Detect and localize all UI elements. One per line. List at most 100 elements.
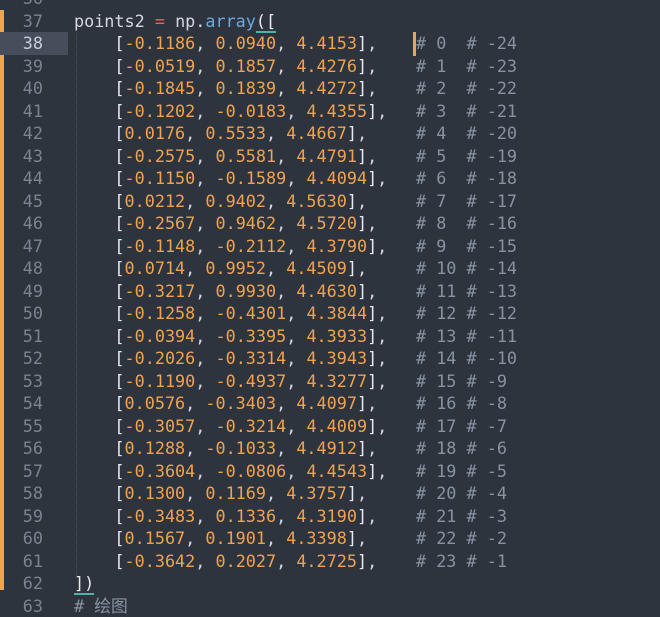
line-code: [-0.1202, -0.0183, 4.4355], bbox=[74, 100, 387, 123]
separator: , bbox=[266, 123, 287, 144]
line-code: [-0.1186, 0.0940, 4.4153], bbox=[74, 32, 377, 55]
bracket: ] bbox=[367, 348, 378, 369]
separator: , bbox=[195, 33, 216, 54]
line-number: 57 bbox=[22, 460, 43, 481]
separator: , bbox=[195, 303, 216, 324]
code-line: 53 [-0.1190, -0.4937, 4.3277], # 15 # -9 bbox=[0, 370, 660, 393]
code-line: 47 [-0.1148, -0.2112, 4.3790], # 9 # -15 bbox=[0, 235, 660, 258]
code-line: 62]) bbox=[0, 572, 660, 596]
number-literal: 0.5581 bbox=[215, 145, 277, 166]
separator: , bbox=[367, 213, 378, 234]
line-number: 49 bbox=[22, 280, 43, 301]
code-line: 41 [-0.1202, -0.0183, 4.4355], # 3 # -21 bbox=[0, 100, 660, 123]
separator: , bbox=[195, 145, 216, 166]
comment: # 5 # -19 bbox=[416, 145, 518, 166]
line-code: [-0.1150, -0.1589, 4.4094], bbox=[74, 167, 387, 190]
separator: , bbox=[276, 393, 297, 414]
separator: , bbox=[195, 100, 216, 121]
code-line: 60 [0.1567, 0.1901, 4.3398], # 22 # -2 bbox=[0, 527, 660, 550]
bracket: ] bbox=[356, 550, 368, 571]
number-literal: -0.0806 bbox=[215, 460, 287, 481]
bracket: ] bbox=[367, 303, 378, 324]
bracket: [ bbox=[114, 55, 125, 76]
number-literal: -0.3403 bbox=[205, 393, 277, 414]
number-literal: -0.1033 bbox=[205, 438, 277, 459]
bracket: ] bbox=[346, 123, 357, 144]
comment: # 2 # -22 bbox=[416, 78, 518, 99]
separator: , bbox=[266, 190, 287, 211]
line-code: [0.0176, 0.5533, 4.4667], bbox=[74, 122, 367, 145]
bracket: ] bbox=[367, 168, 378, 189]
separator: , bbox=[185, 438, 206, 459]
line-code: [-0.2026, -0.3314, 4.3943], bbox=[74, 347, 387, 370]
number-literal: -0.1148 bbox=[124, 235, 196, 256]
separator: , bbox=[367, 505, 378, 526]
line-number: 50 bbox=[22, 303, 43, 324]
number-literal: 4.4276 bbox=[296, 55, 357, 76]
comment: # 22 # -2 bbox=[416, 528, 507, 549]
bracket: [ bbox=[114, 235, 125, 256]
separator: , bbox=[195, 168, 216, 189]
line-code: [-0.3217, 0.9930, 4.4630], bbox=[74, 280, 377, 303]
separator: , bbox=[367, 33, 378, 54]
separator: , bbox=[185, 258, 206, 279]
number-literal: -0.1186 bbox=[124, 33, 196, 54]
line-code: [-0.3642, 0.2027, 4.2725], bbox=[74, 550, 377, 573]
code-line: 49 [-0.3217, 0.9930, 4.4630], # 11 # -13 bbox=[0, 280, 660, 303]
bracket: [ bbox=[114, 213, 125, 234]
line-number: 63 bbox=[22, 595, 43, 616]
number-literal: -0.3314 bbox=[215, 348, 287, 369]
code-line: 61 [-0.3642, 0.2027, 4.2725], # 23 # -1 bbox=[0, 550, 660, 573]
code-line: 57 [-0.3604, -0.0806, 4.4543], # 19 # -5 bbox=[0, 460, 660, 483]
variable-name: points2 bbox=[74, 10, 145, 31]
number-literal: -0.1845 bbox=[124, 78, 196, 99]
number-literal: 0.1288 bbox=[124, 438, 186, 459]
number-literal: 0.1857 bbox=[215, 55, 277, 76]
separator: , bbox=[377, 348, 388, 369]
bracket: [ bbox=[114, 348, 125, 369]
separator: , bbox=[276, 505, 297, 526]
number-literal: -0.3217 bbox=[124, 280, 196, 301]
code-line: 56 [0.1288, -0.1033, 4.4912], # 18 # -6 bbox=[0, 437, 660, 460]
number-literal: -0.1150 bbox=[124, 168, 196, 189]
comment: # 6 # -18 bbox=[416, 168, 518, 189]
separator: , bbox=[195, 55, 216, 76]
number-literal: 4.4009 bbox=[306, 415, 368, 436]
code-line: 44 [-0.1150, -0.1589, 4.4094], # 6 # -18 bbox=[0, 167, 660, 190]
bracket: [ bbox=[114, 123, 125, 144]
comment: # 14 # -10 bbox=[416, 348, 518, 369]
separator: , bbox=[377, 415, 388, 436]
line-number: 61 bbox=[22, 550, 43, 571]
code-line: 39 [-0.0519, 0.1857, 4.4276], # 1 # -23 bbox=[0, 55, 660, 78]
line-number: 37 bbox=[22, 10, 43, 31]
separator: , bbox=[266, 528, 287, 549]
separator: , bbox=[266, 258, 287, 279]
code-line: 45 [0.0212, 0.9402, 4.5630], # 7 # -17 bbox=[0, 190, 660, 213]
comment: # 11 # -13 bbox=[416, 280, 518, 301]
line-number: 39 bbox=[22, 55, 43, 76]
number-literal: -0.0519 bbox=[124, 55, 196, 76]
line-code: [0.1567, 0.1901, 4.3398], bbox=[74, 527, 367, 550]
number-literal: -0.1589 bbox=[215, 168, 287, 189]
line-number: 54 bbox=[22, 393, 43, 414]
code-editor[interactable]: 3637points2 = np.array([38 [-0.1186, 0.0… bbox=[0, 0, 660, 617]
separator: , bbox=[195, 415, 216, 436]
bracket: [ bbox=[114, 393, 125, 414]
line-code: [-0.1148, -0.2112, 4.3790], bbox=[74, 235, 387, 258]
bracket: ] bbox=[356, 393, 368, 414]
indent-guide bbox=[76, 33, 77, 578]
number-literal: -0.1258 bbox=[124, 303, 196, 324]
line-number: 45 bbox=[22, 190, 43, 211]
separator: , bbox=[185, 123, 206, 144]
separator: , bbox=[195, 370, 216, 391]
line-code: [0.1288, -0.1033, 4.4912], bbox=[74, 437, 377, 460]
